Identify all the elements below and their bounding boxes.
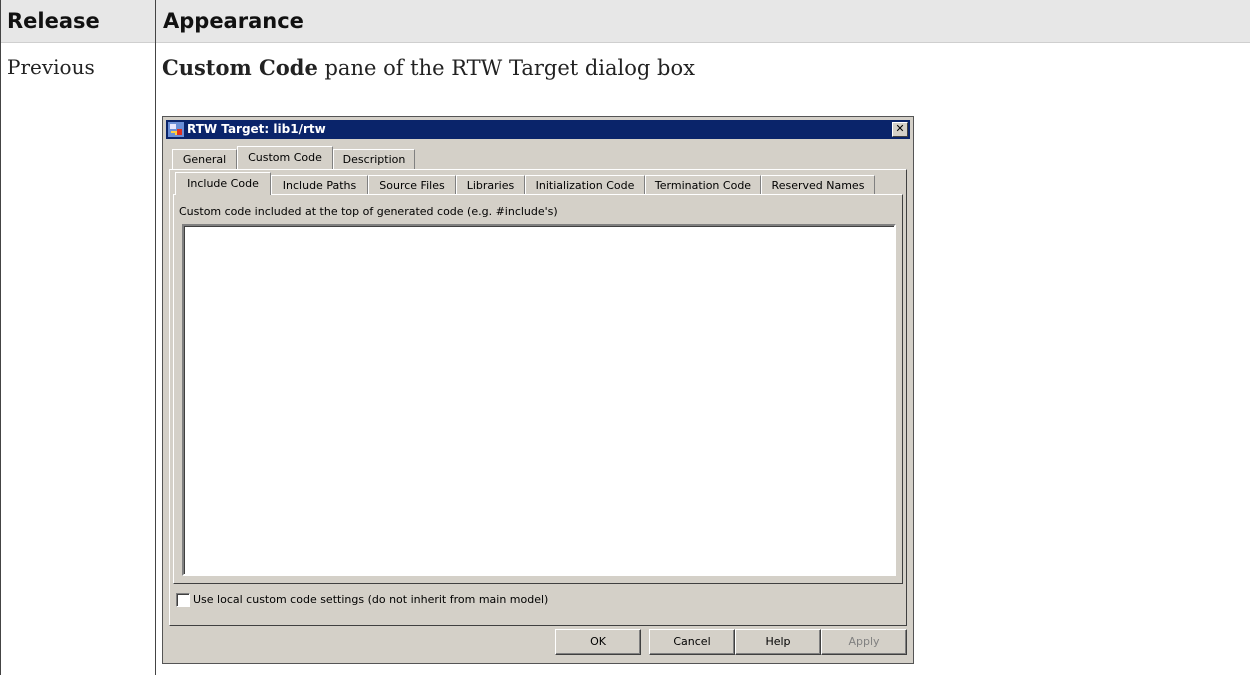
close-icon[interactable]: ✕ <box>892 122 908 137</box>
dialog-title: RTW Target: lib1/rtw <box>187 122 326 136</box>
local-custom-code-checkbox[interactable] <box>176 593 190 607</box>
cancel-button[interactable]: Cancel <box>649 629 735 655</box>
subtab-initialization-code[interactable]: Initialization Code <box>525 175 645 195</box>
ok-button[interactable]: OK <box>555 629 641 655</box>
caption-bold: Custom Code <box>162 55 318 80</box>
include-code-textarea[interactable] <box>182 224 896 576</box>
rtw-target-dialog: RTW Target: lib1/rtw ✕ General Custom Co… <box>162 116 914 664</box>
include-code-description: Custom code included at the top of gener… <box>179 205 558 218</box>
table-header: Release Appearance <box>0 0 1250 43</box>
header-release: Release <box>7 9 100 33</box>
subtab-include-paths[interactable]: Include Paths <box>271 175 368 195</box>
table-left-border <box>0 0 1 675</box>
apply-button[interactable]: Apply <box>821 629 907 655</box>
subtab-include-code[interactable]: Include Code <box>175 172 271 195</box>
subtab-termination-code[interactable]: Termination Code <box>645 175 761 195</box>
caption-rest: pane of the RTW Target dialog box <box>317 56 695 80</box>
header-appearance: Appearance <box>163 9 304 33</box>
simulink-app-icon <box>168 122 184 137</box>
dialog-titlebar: RTW Target: lib1/rtw ✕ <box>166 120 910 139</box>
subtab-libraries[interactable]: Libraries <box>456 175 525 195</box>
tab-custom-code[interactable]: Custom Code <box>237 146 333 169</box>
release-cell: Previous <box>7 55 95 79</box>
tab-general[interactable]: General <box>172 149 237 169</box>
subtab-source-files[interactable]: Source Files <box>368 175 456 195</box>
column-divider <box>155 0 156 675</box>
local-custom-code-label[interactable]: Use local custom code settings (do not i… <box>193 593 548 606</box>
subtab-reserved-names[interactable]: Reserved Names <box>761 175 875 195</box>
appearance-caption: Custom Code pane of the RTW Target dialo… <box>162 55 695 80</box>
tab-description[interactable]: Description <box>333 149 415 169</box>
help-button[interactable]: Help <box>735 629 821 655</box>
